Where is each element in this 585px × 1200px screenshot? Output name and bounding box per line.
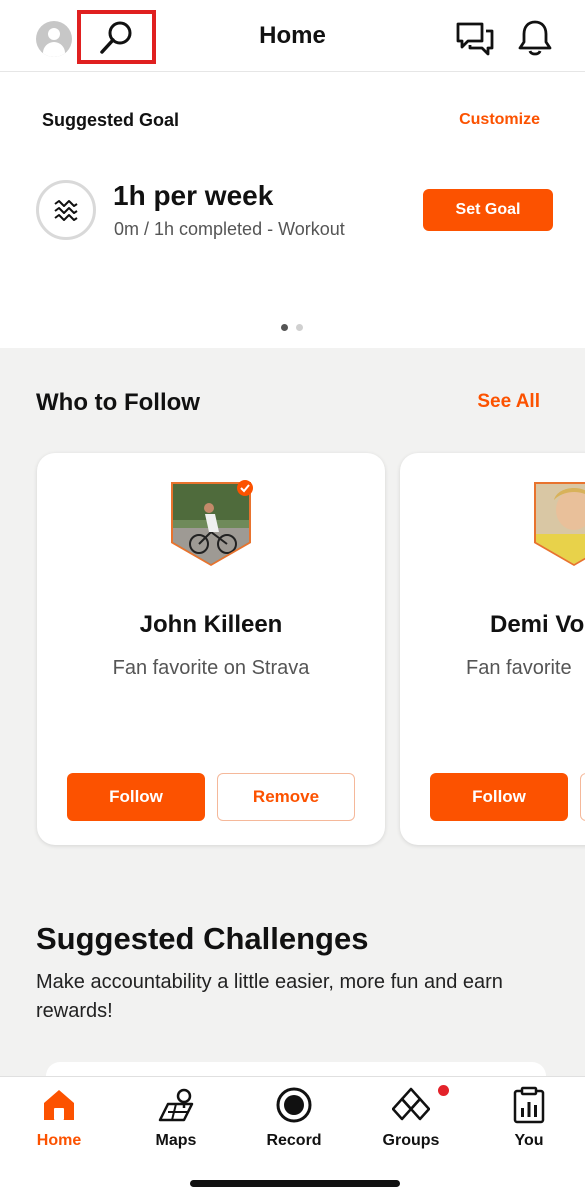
nav-record[interactable]: Record	[244, 1085, 344, 1155]
nav-you[interactable]: You	[479, 1085, 579, 1155]
goal-progress: 0m / 1h completed - Workout	[114, 219, 345, 239]
athlete-name: Demi Vo	[490, 611, 585, 638]
groups-icon	[391, 1085, 431, 1125]
follow-button[interactable]: Follow	[67, 773, 205, 821]
remove-button[interactable]	[580, 773, 585, 821]
page-title: Home	[259, 22, 326, 49]
carousel-dot-2[interactable]	[296, 324, 303, 331]
record-icon	[274, 1085, 314, 1125]
bell-icon	[518, 20, 552, 56]
athlete-photo-badge[interactable]	[169, 480, 253, 568]
maps-icon	[156, 1085, 196, 1125]
nav-maps-label: Maps	[155, 1132, 197, 1149]
athlete-photo-badge[interactable]	[532, 480, 585, 568]
nav-maps[interactable]: Maps	[126, 1085, 226, 1155]
athlete-subtitle: Fan favorite on Strava	[112, 657, 310, 679]
nav-home-label: Home	[36, 1132, 82, 1149]
who-to-follow-title: Who to Follow	[36, 389, 200, 416]
suggested-challenges-description: Make accountability a little easier, mor…	[36, 971, 503, 1022]
nav-home[interactable]: Home	[9, 1085, 109, 1155]
nav-groups-label: Groups	[382, 1132, 440, 1149]
follow-card[interactable]: John Killeen Fan favorite on Strava Foll…	[37, 453, 385, 845]
carousel-dots	[281, 324, 303, 331]
notification-dot	[438, 1085, 449, 1096]
nav-groups[interactable]: Groups	[361, 1085, 461, 1155]
see-all-link[interactable]: See All	[477, 391, 540, 413]
clipboard-stats-icon	[509, 1085, 549, 1125]
feed-area: Who to Follow See All John Killeen Fan f…	[0, 348, 585, 1076]
follow-card[interactable]: Demi Vo Fan favorite Follow	[400, 453, 585, 845]
activity-waves-icon	[36, 180, 96, 240]
set-goal-button[interactable]: Set Goal	[423, 189, 553, 231]
verified-icon	[237, 480, 253, 496]
nav-you-label: You	[514, 1132, 544, 1149]
notifications-button[interactable]	[515, 18, 555, 58]
athlete-name: John Killeen	[139, 611, 283, 638]
suggested-challenges-title: Suggested Challenges	[36, 921, 369, 956]
follow-button[interactable]: Follow	[430, 773, 568, 821]
customize-link[interactable]: Customize	[459, 111, 540, 129]
suggested-goal-label: Suggested Goal	[42, 110, 180, 130]
remove-button[interactable]: Remove	[217, 773, 355, 821]
top-bar: Home	[0, 0, 585, 72]
goal-title: 1h per week	[113, 180, 274, 211]
nav-record-label: Record	[266, 1132, 322, 1149]
carousel-dot-1[interactable]	[281, 324, 288, 331]
challenge-card[interactable]	[46, 1062, 546, 1076]
athlete-subtitle: Fan favorite	[466, 657, 572, 679]
home-indicator	[190, 1180, 400, 1187]
suggested-goal-section: Suggested Goal Customize 1h per week 0m …	[0, 73, 585, 348]
chat-button[interactable]	[455, 20, 495, 60]
chat-icon	[456, 22, 494, 56]
home-icon	[39, 1085, 79, 1125]
